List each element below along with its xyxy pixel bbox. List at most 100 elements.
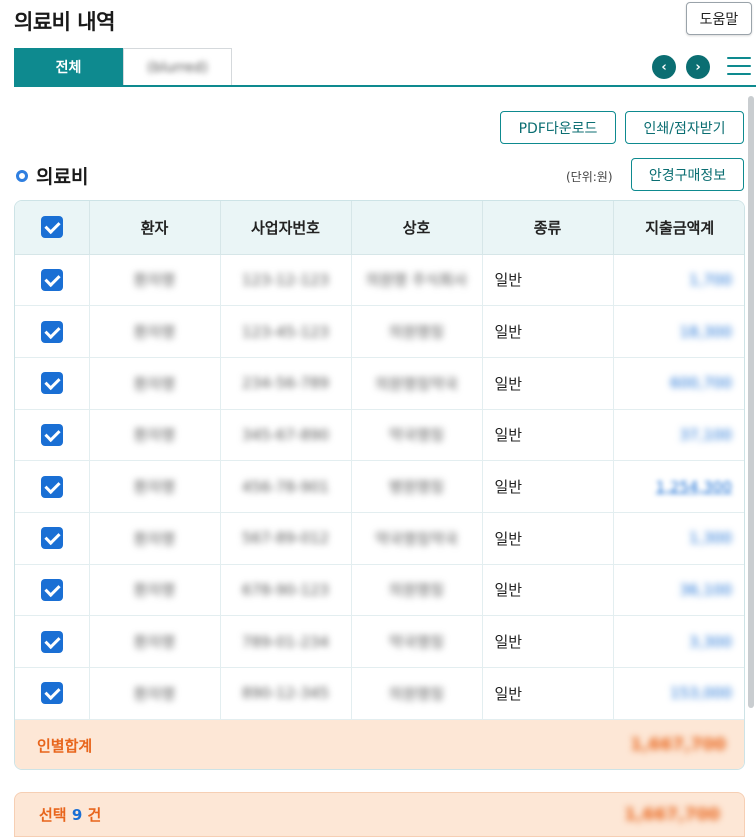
row-checkbox[interactable] (15, 305, 90, 358)
checkbox-checked-icon[interactable] (40, 527, 63, 550)
checkbox-checked-icon[interactable] (40, 578, 63, 601)
tab-all[interactable]: 전체 (14, 48, 123, 86)
kind-cell: 일반 (482, 615, 614, 668)
patient-cell: 환자명 (133, 426, 176, 445)
kind-cell: 일반 (482, 667, 614, 720)
kind-cell: 일반 (482, 357, 614, 410)
name-cell: 약국명칭 (388, 633, 445, 652)
col-header-amount: 지출금액계 (613, 201, 744, 255)
amount-link[interactable]: 18,300 (680, 323, 733, 341)
biz-no-cell: 123-12-123 (241, 270, 330, 289)
biz-no-cell: 567-89-012 (241, 529, 330, 548)
biz-no-cell: 789-01-234 (241, 632, 330, 651)
row-checkbox[interactable] (15, 460, 90, 513)
biz-no-cell: 890-12-345 (241, 684, 330, 703)
amount-link[interactable]: 37,100 (680, 426, 733, 444)
patient-cell: 환자명 (133, 633, 176, 652)
chevron-left-icon[interactable]: ‹ (652, 55, 676, 79)
hamburger-menu-icon[interactable] (727, 55, 751, 77)
selection-count: 선택 9 건 (39, 806, 102, 824)
col-header-kind: 종류 (482, 201, 614, 255)
amount-link[interactable]: 1,254,300 (656, 478, 732, 496)
checkbox-checked-icon[interactable] (40, 423, 63, 446)
sum-label: 인별합계 (15, 719, 351, 769)
kind-cell: 일반 (482, 254, 614, 307)
col-header-patient: 환자 (89, 201, 221, 255)
biz-no-cell: 456-78-901 (241, 477, 330, 496)
section-title: 의료비 (16, 162, 88, 189)
pdf-download-button[interactable]: PDF다운로드 (500, 111, 616, 144)
patient-cell: 환자명 (133, 323, 176, 342)
chevron-right-icon[interactable]: › (686, 55, 710, 79)
biz-no-cell: 678-90-123 (241, 580, 330, 599)
tab-bar: 전체 (blurred) (14, 48, 232, 86)
table-row: 환자명 345-67-890 약국명칭 일반 37,100 (15, 409, 744, 462)
name-cell: 의원명 주식회사 (365, 271, 468, 290)
scrollbar[interactable] (748, 96, 754, 708)
name-cell: 의원명칭 (388, 581, 445, 600)
kind-cell: 일반 (482, 564, 614, 617)
checkbox-checked-icon[interactable] (40, 268, 63, 291)
amount-link[interactable]: 600,700 (670, 374, 732, 392)
expense-table: 환자 사업자번호 상호 종류 지출금액계 환자명 123-12-123 의원명 … (14, 200, 745, 770)
patient-cell: 환자명 (133, 374, 176, 393)
row-checkbox[interactable] (15, 357, 90, 410)
row-checkbox[interactable] (15, 254, 90, 307)
amount-link[interactable]: 36,100 (680, 581, 733, 599)
name-cell: 의원명칭약국 (375, 374, 458, 393)
amount-link[interactable]: 1,700 (689, 271, 732, 289)
row-checkbox[interactable] (15, 615, 90, 668)
kind-cell: 일반 (482, 512, 614, 565)
row-checkbox[interactable] (15, 409, 90, 462)
checkbox-checked-icon[interactable] (40, 630, 63, 653)
checkbox-checked-icon[interactable] (40, 320, 63, 343)
kind-cell: 일반 (482, 460, 614, 513)
table-row: 환자명 234-56-789 의원명칭약국 일반 600,700 (15, 357, 744, 410)
kind-cell: 일반 (482, 305, 614, 358)
help-button[interactable]: 도움말 (686, 2, 752, 35)
col-header-biz-no: 사업자번호 (220, 201, 352, 255)
table-row: 환자명 123-45-123 의원명칭 일반 18,300 (15, 305, 744, 358)
page-title: 의료비 내역 (14, 10, 115, 34)
col-header-name: 상호 (351, 201, 483, 255)
name-cell: 의원명칭 (388, 684, 445, 703)
checkbox-checked-icon[interactable] (40, 216, 63, 239)
checkbox-checked-icon[interactable] (40, 372, 63, 395)
patient-cell: 환자명 (133, 581, 176, 600)
selection-total: 1,667,700 (624, 804, 720, 825)
table-row: 환자명 678-90-123 의원명칭 일반 36,100 (15, 564, 744, 617)
selection-summary-bar: 선택 9 건 1,667,700 (14, 792, 745, 837)
sum-value: 1,667,700 (630, 735, 726, 756)
print-braille-button[interactable]: 인쇄/점자받기 (625, 111, 744, 144)
amount-link[interactable]: 3,300 (689, 633, 732, 651)
sum-row: 인별합계 1,667,700 (15, 719, 744, 769)
table-row: 환자명 890-12-345 의원명칭 일반 153,000 (15, 667, 744, 720)
biz-no-cell: 345-67-890 (241, 425, 330, 444)
selection-count-number: 9 (71, 806, 83, 824)
name-cell: 약국명칭 (388, 426, 445, 445)
amount-link[interactable]: 153,000 (670, 684, 732, 702)
patient-cell: 환자명 (133, 478, 176, 497)
table-row: 환자명 456-78-901 병원명칭 일반 1,254,300 (15, 460, 744, 513)
glasses-info-button[interactable]: 안경구매정보 (631, 158, 744, 191)
table-row: 환자명 123-12-123 의원명 주식회사 일반 1,700 (15, 254, 744, 307)
row-checkbox[interactable] (15, 512, 90, 565)
tab-other[interactable]: (blurred) (123, 48, 232, 86)
table-header-row: 환자 사업자번호 상호 종류 지출금액계 (15, 201, 744, 255)
patient-cell: 환자명 (133, 529, 176, 548)
name-cell: 병원명칭 (388, 478, 445, 497)
name-cell: 의원명칭 (388, 323, 445, 342)
checkbox-checked-icon[interactable] (40, 475, 63, 498)
name-cell: 약국명칭약국 (375, 529, 458, 548)
amount-link[interactable]: 1,300 (689, 529, 732, 547)
table-row: 환자명 567-89-012 약국명칭약국 일반 1,300 (15, 512, 744, 565)
kind-cell: 일반 (482, 409, 614, 462)
row-checkbox[interactable] (15, 564, 90, 617)
biz-no-cell: 123-45-123 (241, 322, 330, 341)
row-checkbox[interactable] (15, 667, 90, 720)
tab-underline (14, 85, 756, 87)
checkbox-checked-icon[interactable] (40, 682, 63, 705)
select-all-checkbox[interactable] (15, 201, 90, 255)
ring-icon (16, 169, 28, 182)
table-row: 환자명 789-01-234 약국명칭 일반 3,300 (15, 615, 744, 668)
